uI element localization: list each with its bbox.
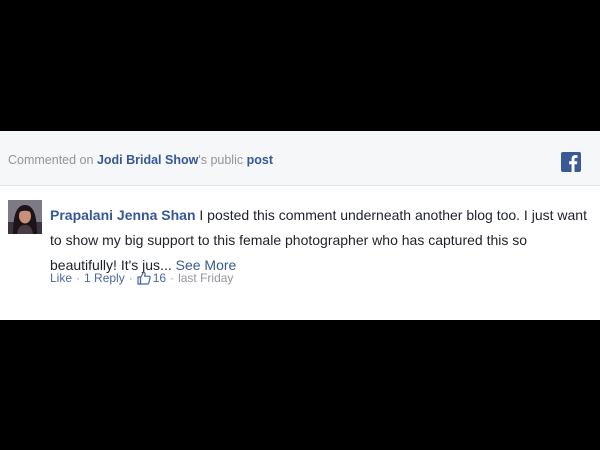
separator: ·	[76, 271, 81, 285]
comment-context: Commented on Jodi Bridal Show's public p…	[8, 153, 273, 167]
like-count[interactable]: 16	[153, 271, 166, 285]
comment-text-block: Prapalani Jenna Shan I posted this comme…	[50, 203, 590, 278]
page-name-link[interactable]: Jodi Bridal Show	[97, 153, 198, 167]
reply-link[interactable]: 1 Reply	[84, 271, 125, 285]
comment-context-bar: Commented on Jodi Bridal Show's public p…	[0, 131, 600, 186]
comment-actions: Like · 1 Reply · 16 · last Friday	[50, 271, 233, 285]
avatar[interactable]	[8, 200, 42, 234]
post-link[interactable]: post	[247, 153, 273, 167]
context-prefix: Commented on	[8, 153, 97, 167]
author-name-link[interactable]: Prapalani Jenna Shan	[50, 207, 196, 223]
like-button[interactable]: Like	[50, 271, 72, 285]
separator: ·	[170, 271, 175, 285]
timestamp[interactable]: last Friday	[178, 271, 233, 285]
context-middle: 's public	[198, 153, 247, 167]
thumbs-up-icon	[137, 271, 151, 285]
comment-embed-card: Commented on Jodi Bridal Show's public p…	[0, 131, 600, 320]
separator: ·	[128, 271, 133, 285]
facebook-icon[interactable]	[561, 152, 581, 172]
